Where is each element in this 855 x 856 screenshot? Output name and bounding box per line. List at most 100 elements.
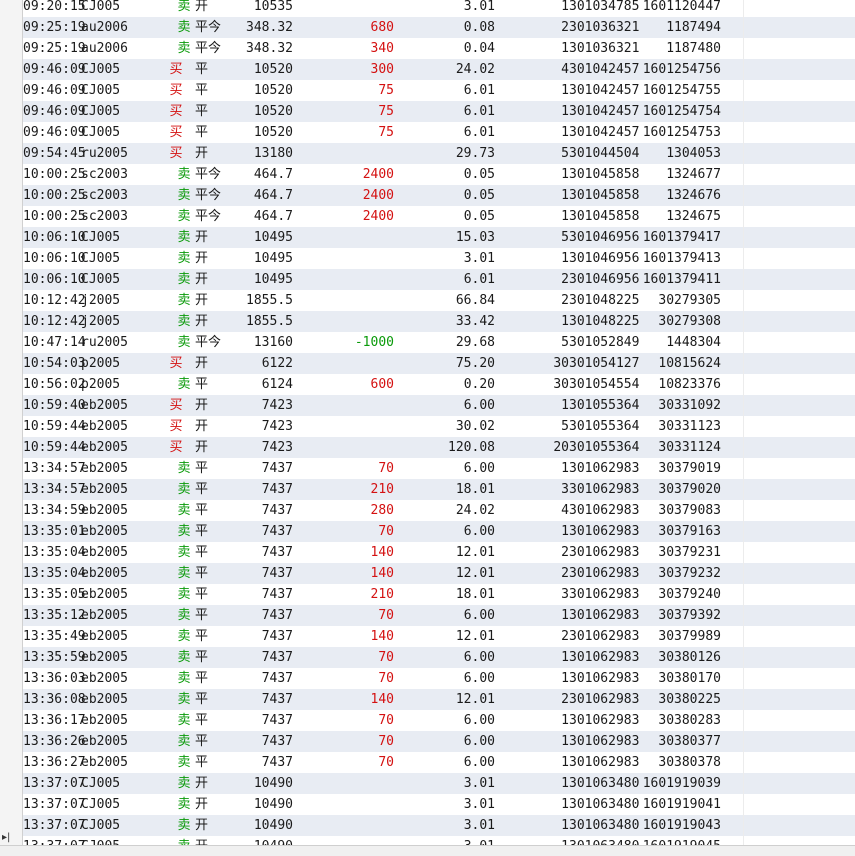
price-cell: 10520 bbox=[253, 104, 293, 119]
table-row[interactable]: 13:37:07CJ005卖开104903.011301063480160191… bbox=[23, 815, 855, 836]
table-row[interactable]: 09:46:09 CJ005 买平 10520 300 24.02 4 301042457 16… bbox=[23, 59, 855, 80]
price-cell: 7437 bbox=[261, 461, 293, 476]
side-cell: 卖 bbox=[177, 293, 191, 308]
table-row[interactable]: 13:37:07CJ005卖开104903.011301063480160191… bbox=[23, 773, 855, 794]
trades-table[interactable]: 09:20:15 CJ005 卖开 10535 3.01 1 301034785 160112… bbox=[23, 0, 855, 845]
side-cell: 卖 bbox=[177, 167, 191, 182]
fee-cell: 66.84 bbox=[455, 293, 495, 308]
pnl-cell: 70 bbox=[378, 650, 394, 665]
price-cell: 7437 bbox=[261, 734, 293, 749]
table-row[interactable]: 13:35:59 eb2005 卖平 7437 70 6.00 1 301062983 3038… bbox=[23, 647, 855, 668]
code-cell: CJ005 bbox=[81, 251, 121, 266]
order-id-cell: 301046956 bbox=[569, 230, 640, 245]
oc-cell: 平 bbox=[195, 608, 209, 623]
time-cell: 13:37:07 bbox=[23, 836, 86, 845]
fee-cell: 0.05 bbox=[463, 167, 495, 182]
qty-cell: 4 bbox=[561, 503, 569, 518]
table-row[interactable]: 09:46:09 CJ005 买平 10520 75 6.01 1 301042457 1601… bbox=[23, 80, 855, 101]
table-row[interactable]: 13:35:49 eb2005 卖平 7437 140 12.01 2 301062983 30… bbox=[23, 626, 855, 647]
pnl-cell: 2400 bbox=[362, 188, 394, 203]
time-cell: 10:56:02 bbox=[23, 377, 86, 392]
order-id-cell: 301048225 bbox=[569, 293, 640, 308]
oc-cell: 平今 bbox=[195, 20, 222, 35]
table-row[interactable]: 10:54:03 p2005 买开 6122 75.20 30 301054127 10815… bbox=[23, 353, 855, 374]
table-row[interactable]: 10:06:10 CJ005 卖开 10495 6.01 2 301046956 160137… bbox=[23, 269, 855, 290]
order-id-cell: 301052849 bbox=[569, 335, 640, 350]
table-row[interactable]: 13:36:08 eb2005 卖平 7437 140 12.01 2 301062983 30… bbox=[23, 689, 855, 710]
table-row[interactable]: 13:36:27 eb2005 卖平 7437 70 6.00 1 301062983 3038… bbox=[23, 752, 855, 773]
pnl-cell: 70 bbox=[378, 755, 394, 770]
qty-cell: 3 bbox=[561, 587, 569, 602]
fee-cell: 3.01 bbox=[463, 776, 495, 791]
table-row[interactable]: 10:00:25 sc2003 卖平今 464.7 2400 0.05 1 301045858… bbox=[23, 164, 855, 185]
table-row[interactable]: 13:35:04 eb2005 卖平 7437 140 12.01 2 301062983 30… bbox=[23, 542, 855, 563]
fee-cell: 12.01 bbox=[455, 545, 495, 560]
qty-cell: 30 bbox=[553, 377, 569, 392]
table-row[interactable]: 10:47:14 ru2005 卖平今 13160 -1000 29.68 5 3010528… bbox=[23, 332, 855, 353]
trade-id-cell: 1304053 bbox=[666, 146, 721, 161]
trades-table-body: 09:20:15 CJ005 卖开 10535 3.01 1 301034785 160112… bbox=[23, 0, 855, 845]
table-row[interactable]: 09:54:45 ru2005 买开 13180 29.73 5 301044504 1304… bbox=[23, 143, 855, 164]
table-row[interactable]: 10:56:02 p2005 卖平 6124 600 0.20 30 301054554 108… bbox=[23, 374, 855, 395]
price-cell: 7437 bbox=[261, 692, 293, 707]
table-row[interactable]: 13:37:07CJ005卖开104903.011301063480160191… bbox=[23, 836, 855, 845]
table-row[interactable]: 13:34:57 eb2005 卖平 7437 210 18.01 3 301062983 30… bbox=[23, 479, 855, 500]
table-row[interactable]: 13:35:12 eb2005 卖平 7437 70 6.00 1 301062983 3037… bbox=[23, 605, 855, 626]
trade-id-cell: 10815624 bbox=[658, 356, 721, 371]
oc-cell: 开 bbox=[195, 146, 209, 161]
code-cell: eb2005 bbox=[81, 755, 128, 770]
side-cell: 买 bbox=[169, 62, 183, 77]
code-cell: CJ005 bbox=[81, 230, 121, 245]
side-cell: 买 bbox=[169, 398, 183, 413]
table-row[interactable]: 13:35:04 eb2005 卖平 7437 140 12.01 2 301062983 30… bbox=[23, 563, 855, 584]
table-row[interactable]: 13:36:26 eb2005 卖平 7437 70 6.00 1 301062983 3038… bbox=[23, 731, 855, 752]
table-row[interactable]: 09:46:09 CJ005 买平 10520 75 6.01 1 301042457 1601… bbox=[23, 101, 855, 122]
order-id-cell: 301044504 bbox=[569, 146, 640, 161]
pnl-cell: 70 bbox=[378, 608, 394, 623]
table-row[interactable]: 09:25:19 au2006 卖平今 348.32 680 0.08 2 301036321… bbox=[23, 17, 855, 38]
table-row[interactable]: 10:00:25 sc2003 卖平今 464.7 2400 0.05 1 301045858… bbox=[23, 185, 855, 206]
table-row[interactable]: 10:59:44 eb2005 买开 7423 30.02 5 301055364 30331… bbox=[23, 416, 855, 437]
fee-cell: 0.05 bbox=[463, 209, 495, 224]
horizontal-scrollbar[interactable] bbox=[0, 845, 855, 856]
fee-cell: 6.00 bbox=[463, 461, 495, 476]
table-row[interactable]: 13:37:07CJ005卖开104903.011301063480160191… bbox=[23, 794, 855, 815]
side-cell: 卖 bbox=[177, 188, 191, 203]
code-cell: ru2005 bbox=[81, 335, 128, 350]
pnl-cell: 300 bbox=[370, 62, 394, 77]
table-row[interactable]: 10:12:42 j2005 卖开 1855.5 33.42 1 301048225 3027… bbox=[23, 311, 855, 332]
table-row[interactable]: 13:35:05 eb2005 卖平 7437 210 18.01 3 301062983 30… bbox=[23, 584, 855, 605]
table-row[interactable]: 10:59:44 eb2005 买开 7423 120.08 20 301055364 303… bbox=[23, 437, 855, 458]
qty-cell: 1 bbox=[561, 0, 569, 14]
table-row[interactable]: 09:46:09 CJ005 买平 10520 75 6.01 1 301042457 1601… bbox=[23, 122, 855, 143]
table-row[interactable]: 13:36:03 eb2005 卖平 7437 70 6.00 1 301062983 3038… bbox=[23, 668, 855, 689]
fee-cell: 6.00 bbox=[463, 524, 495, 539]
oc-cell: 开 bbox=[195, 293, 209, 308]
table-row[interactable]: 13:35:01 eb2005 卖平 7437 70 6.00 1 301062983 3037… bbox=[23, 521, 855, 542]
table-row[interactable]: 10:06:10 CJ005 卖开 10495 3.01 1 301046956 160137… bbox=[23, 248, 855, 269]
table-row[interactable]: 09:25:19 au2006 卖平今 348.32 340 0.04 1 301036321… bbox=[23, 38, 855, 59]
trade-id-cell: 1601120447 bbox=[642, 0, 721, 14]
fee-cell: 29.68 bbox=[455, 335, 495, 350]
oc-cell: 平 bbox=[195, 734, 209, 749]
side-cell: 卖 bbox=[177, 461, 191, 476]
fee-cell: 3.01 bbox=[463, 0, 495, 14]
table-row[interactable]: 10:06:10 CJ005 卖开 10495 15.03 5 301046956 16013… bbox=[23, 227, 855, 248]
code-cell: CJ005 bbox=[81, 797, 121, 812]
code-cell: sc2003 bbox=[81, 209, 128, 224]
table-row[interactable]: 09:20:15 CJ005 卖开 10535 3.01 1 301034785 160112… bbox=[23, 0, 855, 17]
side-cell: 卖 bbox=[177, 41, 191, 56]
table-row[interactable]: 13:36:17 eb2005 卖平 7437 70 6.00 1 301062983 3038… bbox=[23, 710, 855, 731]
time-cell: 09:25:19 bbox=[23, 41, 86, 56]
table-row[interactable]: 10:00:25 sc2003 卖平今 464.7 2400 0.05 1 301045858… bbox=[23, 206, 855, 227]
qty-cell: 1 bbox=[561, 83, 569, 98]
fee-cell: 75.20 bbox=[455, 356, 495, 371]
table-row[interactable]: 10:59:40 eb2005 买开 7423 6.00 1 301055364 303310… bbox=[23, 395, 855, 416]
code-cell: eb2005 bbox=[81, 713, 128, 728]
table-row[interactable]: 10:12:42 j2005 卖开 1855.5 66.84 2 301048225 3027… bbox=[23, 290, 855, 311]
time-cell: 10:00:25 bbox=[23, 188, 86, 203]
table-row[interactable]: 13:34:59 eb2005 卖平 7437 280 24.02 4 301062983 30… bbox=[23, 500, 855, 521]
order-id-cell: 301045858 bbox=[569, 167, 640, 182]
code-cell: eb2005 bbox=[81, 503, 128, 518]
table-row[interactable]: 13:34:57 eb2005 卖平 7437 70 6.00 1 301062983 3037… bbox=[23, 458, 855, 479]
